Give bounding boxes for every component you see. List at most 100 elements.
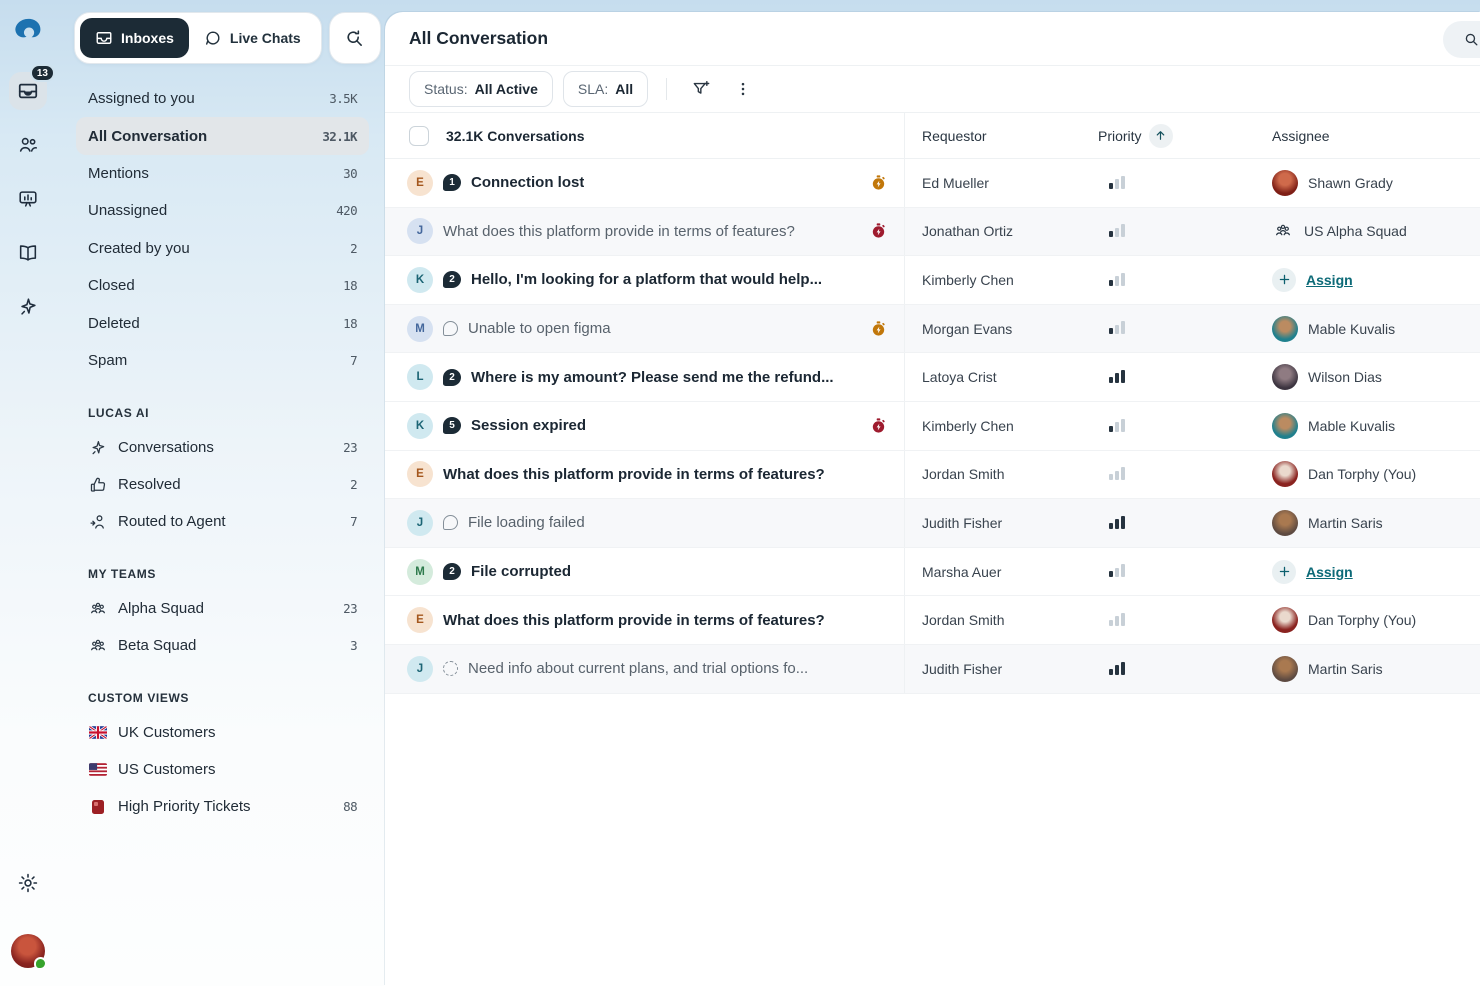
sidebar-item-count: 30 [343, 166, 357, 181]
plus-icon [1272, 268, 1296, 292]
conversation-row[interactable]: E What does this platform provide in ter… [385, 596, 1480, 645]
sla-filter[interactable]: SLA: All [563, 71, 648, 107]
conversation-cell[interactable]: M Unable to open figma [385, 305, 905, 353]
sidebar-item-created-by-you[interactable]: Created by you 2 [76, 230, 369, 267]
conversation-row[interactable]: J What does this platform provide in ter… [385, 208, 1480, 257]
sidebar-item-count: 7 [350, 353, 357, 368]
conversation-cell[interactable]: E What does this platform provide in ter… [385, 451, 905, 499]
sidebar-item-beta-squad[interactable]: Beta Squad 3 [76, 627, 369, 664]
assignee-avatar [1272, 607, 1298, 633]
team-icon [88, 636, 107, 655]
requestor-initial-avatar: M [407, 316, 433, 342]
conversation-row[interactable]: M Unable to open figma Morgan Evans Mabl… [385, 305, 1480, 354]
conversation-row[interactable]: J Need info about current plans, and tri… [385, 645, 1480, 694]
conversation-row[interactable]: L 2 Where is my amount? Please send me t… [385, 353, 1480, 402]
funnel-plus-icon [691, 79, 711, 99]
select-all-checkbox[interactable] [409, 126, 429, 146]
conversation-cell[interactable]: J What does this platform provide in ter… [385, 208, 905, 256]
sla-filter-value: All [615, 81, 633, 97]
rail-ai-spark-button[interactable] [9, 288, 47, 326]
sidebar-item-conversations[interactable]: Conversations 23 [76, 429, 369, 466]
assignee-cell[interactable]: Mable Kuvalis [1255, 316, 1480, 342]
requestor-name: Kimberly Chen [905, 418, 1081, 434]
sidebar-item-high-priority-tickets[interactable]: High Priority Tickets 88 [76, 788, 369, 825]
conversation-title: File corrupted [471, 563, 571, 580]
sort-ascending-button[interactable] [1149, 124, 1173, 148]
sidebar-item-all-conversation[interactable]: All Conversation 32.1K [76, 117, 369, 154]
rail-contacts-button[interactable] [9, 126, 47, 164]
conversation-cell[interactable]: E 1 Connection lost [385, 159, 905, 207]
conversation-row[interactable]: E 1 Connection lost Ed Mueller Shawn Gra… [385, 159, 1480, 208]
column-header-requestor[interactable]: Requestor [905, 128, 1081, 144]
sidebar-item-count: 420 [336, 203, 357, 218]
sidebar-item-label: Resolved [118, 476, 181, 493]
conversation-row[interactable]: E What does this platform provide in ter… [385, 451, 1480, 500]
find-button[interactable]: Find T [1443, 21, 1480, 58]
sidebar-item-count: 2 [350, 477, 357, 492]
conversation-cell[interactable]: M 2 File corrupted [385, 548, 905, 596]
inbox-toggle-row: Inboxes Live Chats [74, 12, 371, 64]
assignee-avatar [1272, 364, 1298, 390]
assign-link[interactable]: Assign [1306, 272, 1353, 288]
sidebar-item-resolved[interactable]: Resolved 2 [76, 466, 369, 503]
sidebar-item-alpha-squad[interactable]: Alpha Squad 23 [76, 590, 369, 627]
assignee-cell[interactable]: Mable Kuvalis [1255, 413, 1480, 439]
priority-indicator [1081, 596, 1255, 644]
assignee-cell[interactable]: Dan Torphy (You) [1255, 607, 1480, 633]
rail-reports-button[interactable] [9, 180, 47, 218]
assignee-cell[interactable]: Assign [1255, 268, 1480, 292]
sidebar-item-spam[interactable]: Spam 7 [76, 342, 369, 379]
swirl-logo[interactable] [12, 16, 44, 48]
tab-live-chats[interactable]: Live Chats [189, 18, 316, 58]
assignee-cell[interactable]: Martin Saris [1255, 656, 1480, 682]
priority-indicator [1081, 402, 1255, 450]
sidebar-item-routed-to-agent[interactable]: Routed to Agent 7 [76, 503, 369, 540]
column-header-assignee[interactable]: Assignee [1255, 128, 1480, 144]
rail-inbox-button[interactable]: 13 [9, 72, 47, 110]
sidebar-item-us-customers[interactable]: US Customers [76, 751, 369, 788]
assignee-cell[interactable]: Martin Saris [1255, 510, 1480, 536]
assign-link[interactable]: Assign [1306, 564, 1353, 580]
more-options-button[interactable] [727, 73, 759, 105]
assignee-cell[interactable]: Assign [1255, 560, 1480, 584]
requestor-name: Ed Mueller [905, 175, 1081, 191]
conversation-row[interactable]: M 2 File corrupted Marsha Auer Assign [385, 548, 1480, 597]
add-filter-button[interactable] [685, 73, 717, 105]
user-avatar[interactable] [11, 934, 45, 968]
sidebar-item-unassigned[interactable]: Unassigned 420 [76, 192, 369, 229]
conversation-cell[interactable]: K 2 Hello, I'm looking for a platform th… [385, 256, 905, 304]
sidebar-item-uk-customers[interactable]: UK Customers [76, 714, 369, 751]
assignee-cell[interactable]: US Alpha Squad [1255, 220, 1480, 242]
status-filter[interactable]: Status: All Active [409, 71, 553, 107]
inbox-icon [95, 29, 113, 47]
conversation-cell[interactable]: K 5 Session expired [385, 402, 905, 450]
sidebar-item-closed[interactable]: Closed 18 [76, 267, 369, 304]
sidebar-item-label: High Priority Tickets [118, 798, 251, 815]
conversation-row[interactable]: K 5 Session expired Kimberly Chen Mable … [385, 402, 1480, 451]
conversation-row[interactable]: K 2 Hello, I'm looking for a platform th… [385, 256, 1480, 305]
rail-knowledge-base-button[interactable] [9, 234, 47, 272]
tab-inboxes[interactable]: Inboxes [80, 18, 189, 58]
sidebar-item-label: Deleted [88, 315, 140, 332]
requestor-name: Marsha Auer [905, 564, 1081, 580]
assignee-cell[interactable]: Shawn Grady [1255, 170, 1480, 196]
sidebar-item-deleted[interactable]: Deleted 18 [76, 304, 369, 341]
conversation-cell[interactable]: J File loading failed [385, 499, 905, 547]
assignee-cell[interactable]: Wilson Dias [1255, 364, 1480, 390]
conversation-cell[interactable]: E What does this platform provide in ter… [385, 596, 905, 644]
conversation-cell[interactable]: J Need info about current plans, and tri… [385, 645, 905, 693]
priority-indicator [1081, 256, 1255, 304]
conversation-row[interactable]: J File loading failed Judith Fisher Mart… [385, 499, 1480, 548]
sidebar-item-count: 2 [350, 241, 357, 256]
conversation-cell[interactable]: L 2 Where is my amount? Please send me t… [385, 353, 905, 401]
rail-settings-button[interactable] [9, 864, 47, 902]
unread-count-bubble: 5 [443, 417, 461, 434]
sidebar-item-assigned-to-you[interactable]: Assigned to you 3.5K [76, 80, 369, 117]
assignee-cell[interactable]: Dan Torphy (You) [1255, 461, 1480, 487]
assignee-name: Mable Kuvalis [1308, 418, 1395, 434]
sidebar-item-label: Spam [88, 352, 127, 369]
column-header-priority[interactable]: Priority [1081, 124, 1255, 148]
main-header: All Conversation Find T [385, 12, 1480, 66]
conversation-search-button[interactable] [329, 12, 381, 64]
sidebar-item-mentions[interactable]: Mentions 30 [76, 155, 369, 192]
